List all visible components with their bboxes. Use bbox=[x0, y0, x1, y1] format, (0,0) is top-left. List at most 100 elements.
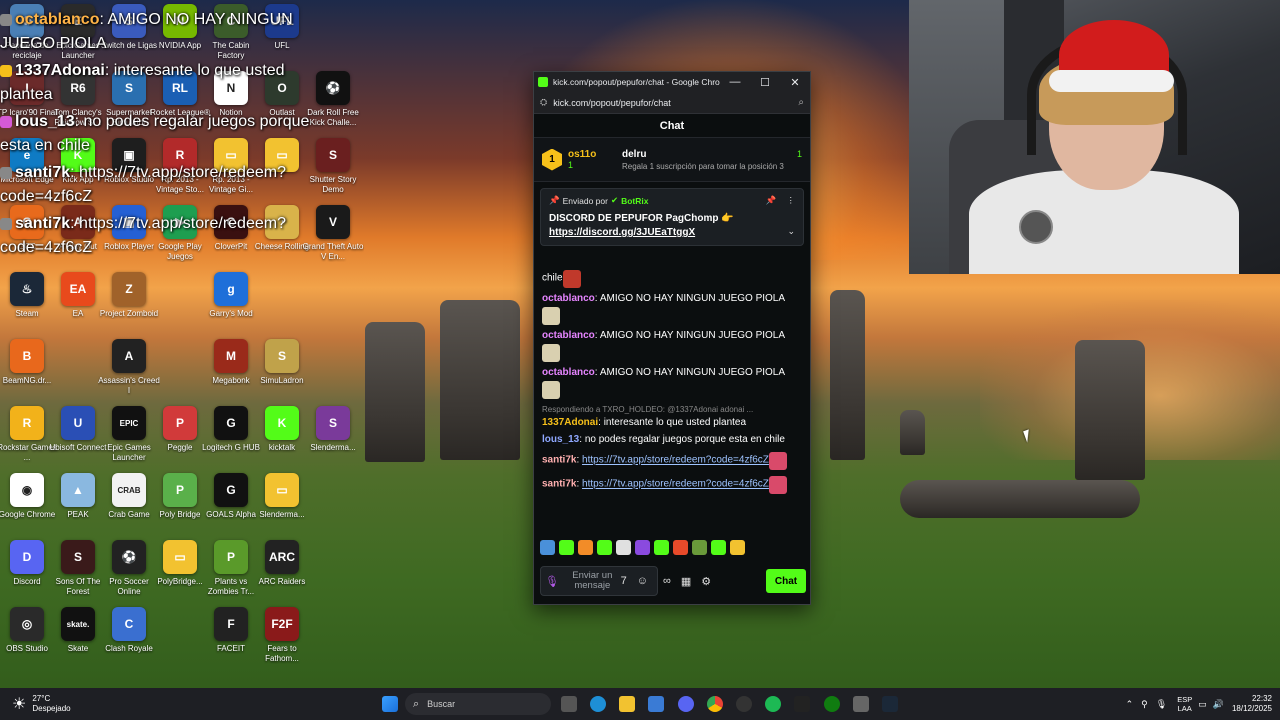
language-indicator[interactable]: ESP LAA bbox=[1177, 695, 1192, 713]
desktop-icon[interactable]: EPIC Epic Games Launcher bbox=[102, 406, 156, 472]
edge-taskbar-icon[interactable] bbox=[590, 696, 606, 712]
chat-message[interactable]: octablanco: AMIGO NO HAY NINGUN JUEGO PI… bbox=[542, 292, 802, 325]
desktop-icon[interactable]: Z Project Zomboid bbox=[100, 272, 158, 338]
desktop-icon[interactable]: ARC ARC Raiders bbox=[255, 540, 309, 606]
desktop-icon[interactable]: D Discord bbox=[0, 540, 54, 606]
desktop-icon[interactable]: S Slenderma... bbox=[306, 406, 360, 472]
settings-taskbar-icon[interactable] bbox=[853, 696, 869, 712]
desktop-icon[interactable]: skate. Skate bbox=[51, 607, 105, 673]
quick-emote[interactable] bbox=[578, 540, 593, 555]
quick-emote[interactable] bbox=[616, 540, 631, 555]
volume-icon[interactable]: 🔊 bbox=[1213, 699, 1224, 710]
chat-link[interactable]: https://7tv.app/store/redeem?code=4zf6cZ bbox=[582, 455, 769, 466]
chat-message[interactable]: Respondiendo a TXRO_HOLDEO: @1337Adonai … bbox=[542, 403, 802, 429]
chat-message[interactable]: lous_13: no podes regalar juegos porque … bbox=[542, 433, 802, 446]
pinned-discord-link[interactable]: https://discord.gg/3JUEaTtggX bbox=[549, 227, 695, 238]
close-button[interactable]: ✕ bbox=[780, 72, 810, 92]
file-explorer-icon[interactable] bbox=[619, 696, 635, 712]
chat-username[interactable]: octablanco bbox=[542, 293, 595, 304]
desktop-icon[interactable]: G Logitech G HUB bbox=[202, 406, 260, 472]
chevron-down-icon[interactable]: ⌄ bbox=[787, 226, 795, 237]
desktop-icon[interactable]: S SimuLadron bbox=[255, 339, 309, 405]
desktop-icon[interactable]: g Garry's Mod bbox=[204, 272, 258, 338]
quick-emote[interactable] bbox=[730, 540, 745, 555]
chat-message[interactable]: chile bbox=[542, 268, 802, 288]
quick-emote[interactable] bbox=[654, 540, 669, 555]
chat-message[interactable]: santi7k: https://7tv.app/store/redeem?co… bbox=[542, 474, 802, 494]
site-info-icon[interactable]: ⛭ bbox=[540, 97, 547, 108]
minimize-button[interactable]: — bbox=[720, 72, 750, 92]
desktop-icon[interactable]: ▲ PEAK bbox=[51, 473, 105, 539]
desktop-icon[interactable]: F2F Fears to Fathom... bbox=[255, 607, 309, 673]
settings-gear-icon[interactable]: ⚙ bbox=[701, 575, 711, 588]
spotify-taskbar-icon[interactable] bbox=[765, 696, 781, 712]
chat-message[interactable]: santi7k: https://7tv.app/store/redeem?co… bbox=[542, 450, 802, 470]
desktop-icon[interactable]: F FACEIT bbox=[204, 607, 258, 673]
chat-message-input[interactable]: 🎙 Enviar un mensaje 7 ☺ bbox=[540, 566, 658, 596]
kick-points-icon[interactable]: ∞ bbox=[663, 575, 671, 587]
chat-username[interactable]: lous_13 bbox=[542, 434, 579, 445]
desktop-icon[interactable]: M Megabonk bbox=[204, 339, 258, 405]
pinned-message[interactable]: 📌 Enviado por ✔ BotRix 📌 ⋮ DISCORD DE PE… bbox=[540, 188, 804, 246]
desktop-icon[interactable]: ▭ PolyBridge... bbox=[153, 540, 207, 606]
quick-emote[interactable] bbox=[597, 540, 612, 555]
quick-emote[interactable] bbox=[692, 540, 707, 555]
gift-icon[interactable]: ▦ bbox=[681, 575, 691, 588]
more-options-icon[interactable]: ⋮ bbox=[787, 195, 796, 206]
desktop-icon[interactable]: EA EA bbox=[51, 272, 105, 338]
task-view-icon[interactable] bbox=[561, 696, 577, 712]
desktop-icon[interactable]: B BeamNG.dr... bbox=[0, 339, 54, 405]
discord-taskbar-icon[interactable] bbox=[678, 696, 694, 712]
zoom-icon[interactable]: ⌕ bbox=[798, 97, 804, 108]
display-icon[interactable]: ▭ bbox=[1198, 699, 1207, 710]
desktop-icon[interactable]: C Clash Royale bbox=[102, 607, 156, 673]
xbox-taskbar-icon[interactable] bbox=[824, 696, 840, 712]
7tv-icon[interactable]: 7 bbox=[621, 575, 627, 587]
steam-taskbar-icon[interactable] bbox=[882, 696, 898, 712]
desktop-icon[interactable]: P Peggle bbox=[153, 406, 207, 472]
epic-taskbar-icon[interactable] bbox=[794, 696, 810, 712]
weather-widget[interactable]: ☀ 27°C Despejado bbox=[12, 688, 71, 720]
desktop-icon[interactable]: A Assassin's Creed I bbox=[98, 339, 160, 405]
quick-emote[interactable] bbox=[540, 540, 555, 555]
chat-username[interactable]: santi7k bbox=[542, 455, 576, 466]
system-clock[interactable]: 22:32 18/12/2025 bbox=[1232, 694, 1272, 714]
quick-emote[interactable] bbox=[559, 540, 574, 555]
chat-message[interactable]: octablanco: AMIGO NO HAY NINGUN JUEGO PI… bbox=[542, 329, 802, 362]
desktop-icon[interactable]: R Rockstar Games ... bbox=[0, 406, 57, 472]
url-text[interactable]: kick.com/popout/pepufor/chat bbox=[553, 98, 798, 108]
mic-icon[interactable]: 🎙 bbox=[545, 575, 559, 588]
chat-username[interactable]: santi7k bbox=[542, 479, 576, 490]
github-taskbar-icon[interactable] bbox=[736, 696, 752, 712]
chrome-taskbar-icon[interactable] bbox=[707, 696, 723, 712]
window-titlebar[interactable]: kick.com/popout/pepufor/chat - Google Ch… bbox=[534, 72, 810, 92]
desktop-icon[interactable]: ⚽ Pro Soccer Online bbox=[102, 540, 156, 606]
taskbar-search[interactable]: ⌕ Buscar bbox=[405, 693, 551, 715]
desktop-icon[interactable]: ◉ Google Chrome bbox=[0, 473, 55, 539]
chat-username[interactable]: octablanco bbox=[542, 330, 595, 341]
send-chat-button[interactable]: Chat bbox=[766, 569, 806, 593]
address-bar[interactable]: ⛭ kick.com/popout/pepufor/chat ⌕ bbox=[534, 92, 810, 114]
gifter-second[interactable]: delru 1 Regala 1 suscripción para tomar … bbox=[622, 149, 802, 171]
desktop-icon[interactable]: Kkicktalk bbox=[255, 406, 309, 472]
desktop-icon[interactable]: ▭ Slenderma... bbox=[255, 473, 309, 539]
desktop-icon[interactable]: G GOALS Alpha bbox=[204, 473, 258, 539]
emoji-icon[interactable]: ☺ bbox=[637, 575, 648, 587]
desktop-icon[interactable]: CRAB Crab Game bbox=[102, 473, 156, 539]
quick-emote[interactable] bbox=[711, 540, 726, 555]
mic-tray-icon[interactable]: 🎙 bbox=[1156, 699, 1167, 710]
desktop-icon[interactable]: ◎ OBS Studio bbox=[0, 607, 54, 673]
desktop-icon[interactable]: P Poly Bridge bbox=[153, 473, 207, 539]
chevron-up-icon[interactable]: ⌃ bbox=[1126, 699, 1134, 710]
desktop-icon[interactable]: ♨ Steam bbox=[0, 272, 54, 338]
desktop-icon[interactable]: S Sons Of The Forest bbox=[51, 540, 105, 606]
unpin-icon[interactable]: 📌 bbox=[766, 195, 777, 206]
network-icon[interactable]: ⚲ bbox=[1141, 699, 1148, 710]
chat-message[interactable]: octablanco: AMIGO NO HAY NINGUN JUEGO PI… bbox=[542, 366, 802, 399]
chat-username[interactable]: 1337Adonai bbox=[542, 417, 598, 428]
gifter-first[interactable]: 1 os11o 1 bbox=[542, 148, 622, 171]
desktop-icon[interactable]: P Plants vs Zombies Tr... bbox=[204, 540, 258, 606]
desktop-icon[interactable]: U Ubisoft Connect bbox=[50, 406, 106, 472]
chat-username[interactable]: octablanco bbox=[542, 367, 595, 378]
quick-emote[interactable] bbox=[673, 540, 688, 555]
